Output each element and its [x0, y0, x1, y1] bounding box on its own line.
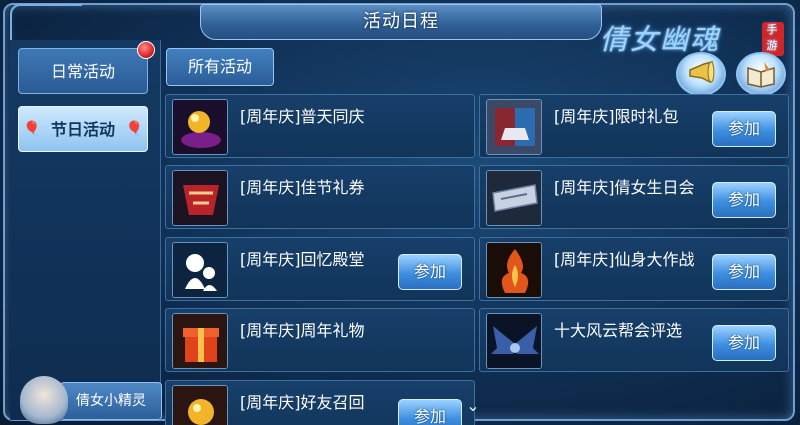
spirit-assistant-button[interactable]: 倩女小精灵	[60, 382, 162, 420]
spirit-assistant[interactable]: 倩女小精灵	[20, 376, 162, 424]
tab-daily-activities-label: 日常活动	[50, 62, 115, 81]
gift-box-icon	[172, 313, 228, 369]
tab-daily-activities[interactable]: 日常活动	[18, 41, 155, 94]
join-button[interactable]: 参加	[398, 254, 462, 290]
limited-gift-pack-icon	[486, 99, 542, 155]
tab-all-activities[interactable]: 所有活动	[166, 48, 274, 86]
tab-festival-activities[interactable]: 🎈 节日活动 🎈	[18, 106, 148, 152]
activity-title: [周年庆]仙身大作战	[554, 250, 695, 269]
activity-title: [周年庆]普天同庆	[240, 107, 365, 126]
tab-festival-activities-label: 节日活动	[50, 120, 115, 139]
battle-flame-icon	[486, 242, 542, 298]
activity-list: [周年庆]普天同庆 [周年庆]佳节礼券 [周年庆]回忆殿堂 参加 [周年庆]周年…	[165, 94, 791, 425]
join-button[interactable]: 参加	[712, 182, 776, 218]
sidebar: 日常活动 🎈 节日活动 🎈 倩女小精灵	[10, 40, 162, 424]
activity-card[interactable]: [周年庆]仙身大作战 参加	[479, 237, 789, 301]
gift-voucher-icon	[172, 170, 228, 226]
celebration-orb-icon	[172, 99, 228, 155]
balloon-icon: 🎈	[23, 121, 41, 137]
activity-card[interactable]: 十大风云帮会评选 参加	[479, 308, 789, 372]
activity-title: [周年庆]回忆殿堂	[240, 250, 365, 269]
activity-title: [周年庆]好友召回	[240, 393, 365, 412]
activity-title: [周年庆]倩女生日会	[554, 178, 695, 197]
join-button[interactable]: 参加	[712, 111, 776, 147]
activity-title: [周年庆]佳节礼券	[240, 178, 365, 197]
activity-card[interactable]: [周年庆]倩女生日会 参加	[479, 165, 789, 229]
balloon-icon: 🎈	[125, 121, 143, 137]
activity-card[interactable]: [周年庆]普天同庆	[165, 94, 475, 158]
activity-card[interactable]: [周年庆]回忆殿堂 参加	[165, 237, 475, 301]
book-icon[interactable]	[736, 52, 786, 96]
activity-title: [周年庆]限时礼包	[554, 107, 679, 126]
birthday-ticket-icon	[486, 170, 542, 226]
alert-dot-icon	[137, 41, 155, 59]
activity-card[interactable]: [周年庆]佳节礼券	[165, 165, 475, 229]
activity-card[interactable]: [周年庆]限时礼包 参加	[479, 94, 789, 158]
join-button[interactable]: 参加	[712, 325, 776, 361]
activity-title: [周年庆]周年礼物	[240, 321, 365, 340]
corner-ornament	[10, 4, 82, 40]
spirit-avatar	[20, 376, 68, 424]
activity-title: 十大风云帮会评选	[554, 321, 683, 340]
memory-hall-icon	[172, 242, 228, 298]
chevron-down-icon[interactable]: ⌄	[462, 397, 484, 415]
guild-wings-icon	[486, 313, 542, 369]
activity-card[interactable]: [周年庆]好友召回 参加	[165, 380, 475, 425]
friend-recall-icon	[172, 385, 228, 425]
join-button[interactable]: 参加	[398, 399, 462, 425]
window-title: 活动日程	[200, 4, 602, 40]
logo-stamp: 手游	[762, 22, 784, 56]
horn-icon[interactable]	[676, 52, 726, 96]
activity-card[interactable]: [周年庆]周年礼物	[165, 308, 475, 372]
join-button[interactable]: 参加	[712, 254, 776, 290]
